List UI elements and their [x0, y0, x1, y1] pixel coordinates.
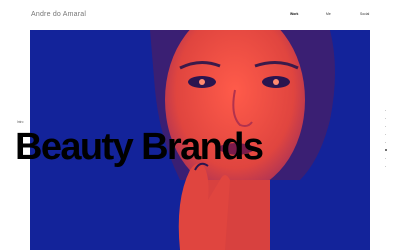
site-name[interactable]: Andre do Amaral [31, 11, 86, 18]
pager-dot[interactable] [384, 141, 387, 143]
hero-headline: Beauty Brands [15, 126, 264, 168]
pager-dot[interactable] [384, 157, 387, 160]
slide-pager [383, 110, 388, 174]
nav-social[interactable]: Social [360, 12, 369, 16]
pager-dot[interactable] [384, 165, 387, 168]
nav-me[interactable]: Me [326, 12, 331, 16]
pager-dot[interactable] [384, 133, 387, 136]
nav-work[interactable]: Work [290, 12, 298, 16]
pager-dot-active[interactable] [384, 149, 387, 152]
pager-dot[interactable] [384, 110, 387, 112]
hero-kicker: Intro [17, 120, 24, 124]
pager-dot[interactable] [384, 117, 387, 120]
pager-dot[interactable] [384, 125, 387, 128]
